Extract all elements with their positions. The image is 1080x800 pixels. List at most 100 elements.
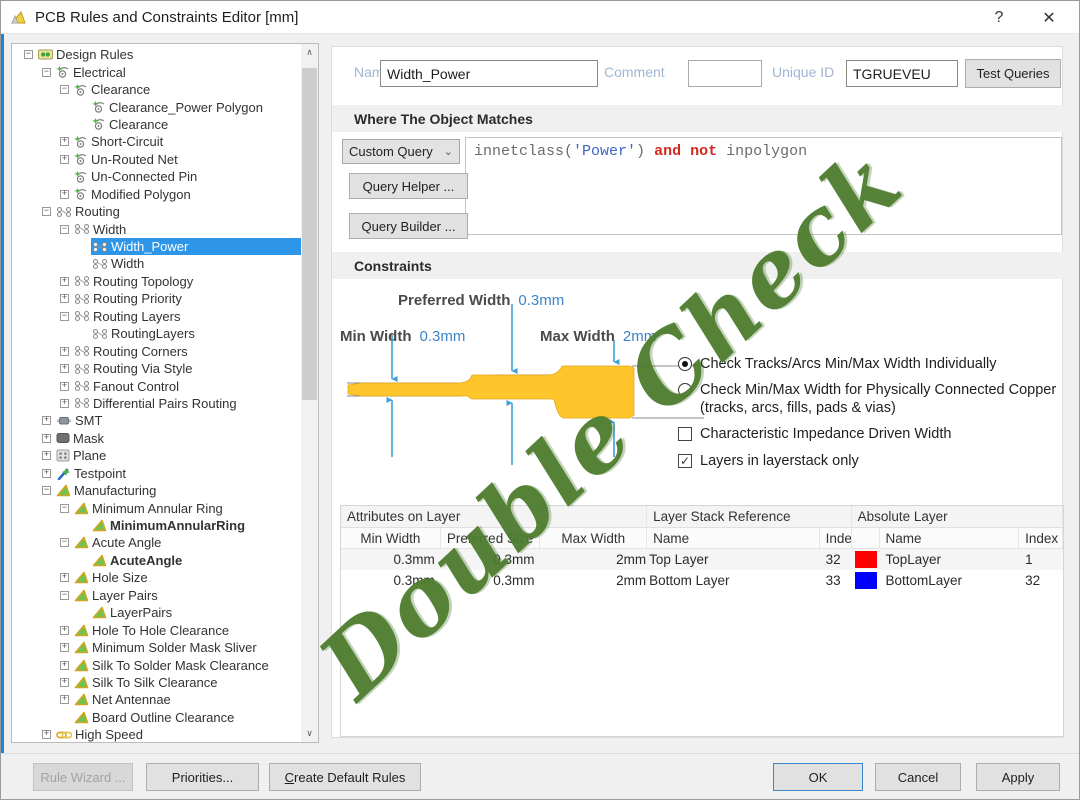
- expand-icon[interactable]: +: [60, 399, 69, 408]
- tree-item-width[interactable]: −Width: [12, 220, 301, 237]
- cancel-button[interactable]: Cancel: [875, 763, 961, 791]
- tree-item-routing-priority[interactable]: +Routing Priority: [12, 290, 301, 307]
- collapse-icon[interactable]: −: [60, 504, 69, 513]
- collapse-icon[interactable]: −: [60, 312, 69, 321]
- collapse-icon[interactable]: −: [42, 68, 51, 77]
- close-icon[interactable]: ✕: [1027, 1, 1071, 34]
- query-text-area[interactable]: innetclass('Power') and not inpolygon: [465, 137, 1062, 235]
- expand-icon[interactable]: +: [42, 434, 51, 443]
- tree-item-routing-corners[interactable]: +Routing Corners: [12, 342, 301, 359]
- scroll-down-icon[interactable]: ∨: [301, 725, 318, 742]
- tree-item-un-routed-net[interactable]: +Un-Routed Net: [12, 151, 301, 168]
- checkbox-unchecked-icon[interactable]: [678, 427, 692, 441]
- collapse-icon[interactable]: −: [24, 50, 33, 59]
- tree-item-width[interactable]: Width: [12, 255, 301, 272]
- priorities-button[interactable]: Priorities...: [146, 763, 259, 791]
- name-input[interactable]: [380, 60, 598, 87]
- tree-item-design-rules[interactable]: −Design Rules: [12, 46, 301, 63]
- expand-icon[interactable]: +: [42, 416, 51, 425]
- tree-item-net-antennae[interactable]: +Net Antennae: [12, 691, 301, 708]
- tree-item-minimum-annular-ring[interactable]: −Minimum Annular Ring: [12, 499, 301, 516]
- expand-icon[interactable]: +: [60, 137, 69, 146]
- radio-unselected-icon[interactable]: [678, 383, 692, 397]
- unique-id-input[interactable]: [846, 60, 958, 87]
- expand-icon[interactable]: +: [60, 626, 69, 635]
- tree-item-width-power[interactable]: Width_Power: [12, 238, 301, 255]
- create-default-rules-button[interactable]: Create Default Rules: [269, 763, 421, 791]
- tree-item-un-connected-pin[interactable]: Un-Connected Pin: [12, 168, 301, 185]
- tree-item-clearance[interactable]: −Clearance: [12, 81, 301, 98]
- scrollbar-thumb[interactable]: [302, 68, 317, 400]
- tree-item-acuteangle[interactable]: AcuteAngle: [12, 552, 301, 569]
- tree-item-short-circuit[interactable]: +Short-Circuit: [12, 133, 301, 150]
- checkbox-option-1[interactable]: Characteristic Impedance Driven Width: [678, 425, 1060, 443]
- checkbox-option-2[interactable]: ✓Layers in layerstack only: [678, 452, 1060, 470]
- radio-selected-icon[interactable]: [678, 357, 692, 371]
- tree-item-electrical[interactable]: −Electrical: [12, 63, 301, 80]
- tree-item-label: Differential Pairs Routing: [93, 396, 237, 411]
- tree-item-hole-to-hole-clearance[interactable]: +Hole To Hole Clearance: [12, 621, 301, 638]
- expand-icon[interactable]: +: [42, 451, 51, 460]
- expand-icon[interactable]: +: [60, 190, 69, 199]
- radio-option-2[interactable]: Check Min/Max Width for Physically Conne…: [678, 381, 1060, 417]
- apply-button[interactable]: Apply: [976, 763, 1060, 791]
- expand-icon[interactable]: +: [60, 661, 69, 670]
- expand-icon[interactable]: +: [60, 695, 69, 704]
- expand-icon[interactable]: +: [42, 469, 51, 478]
- tree-item-silk-to-silk-clearance[interactable]: +Silk To Silk Clearance: [12, 674, 301, 691]
- tree-item-high-speed[interactable]: +High Speed: [12, 726, 301, 743]
- help-icon[interactable]: ?: [977, 1, 1021, 34]
- tree-item-routing-topology[interactable]: +Routing Topology: [12, 273, 301, 290]
- tree-scrollbar[interactable]: ∧ ∨: [301, 44, 318, 742]
- tree-item-routing[interactable]: −Routing: [12, 203, 301, 220]
- ok-button[interactable]: OK: [773, 763, 863, 791]
- query-helper-button[interactable]: Query Helper ...: [349, 173, 468, 199]
- table-row[interactable]: 0.3mm0.3mm2mmBottom Layer33BottomLayer32: [341, 570, 1063, 591]
- expand-icon[interactable]: +: [60, 382, 69, 391]
- expand-icon[interactable]: +: [60, 643, 69, 652]
- collapse-icon[interactable]: −: [60, 225, 69, 234]
- tree-item-modified-polygon[interactable]: +Modified Polygon: [12, 186, 301, 203]
- tree-item-acute-angle[interactable]: −Acute Angle: [12, 534, 301, 551]
- expand-icon[interactable]: +: [60, 364, 69, 373]
- tree-item-clearance-power-polygon[interactable]: Clearance_Power Polygon: [12, 98, 301, 115]
- tree-item-minimumannularring[interactable]: MinimumAnnularRing: [12, 517, 301, 534]
- tree-item-clearance[interactable]: Clearance: [12, 116, 301, 133]
- expand-icon[interactable]: +: [60, 155, 69, 164]
- tree-item-testpoint[interactable]: +Testpoint: [12, 465, 301, 482]
- radio-option-1[interactable]: Check Tracks/Arcs Min/Max Width Individu…: [678, 355, 1060, 373]
- tree-item-routing-layers[interactable]: −Routing Layers: [12, 308, 301, 325]
- collapse-icon[interactable]: −: [42, 486, 51, 495]
- tree-item-fanout-control[interactable]: +Fanout Control: [12, 377, 301, 394]
- scope-select[interactable]: Custom Query ⌄: [342, 139, 460, 164]
- expand-icon[interactable]: +: [42, 730, 51, 739]
- scroll-up-icon[interactable]: ∧: [301, 44, 318, 61]
- tree-item-layerpairs[interactable]: LayerPairs: [12, 604, 301, 621]
- checkbox-checked-icon[interactable]: ✓: [678, 454, 692, 468]
- expand-icon[interactable]: +: [60, 294, 69, 303]
- tree-item-minimum-solder-mask-sliver[interactable]: +Minimum Solder Mask Sliver: [12, 639, 301, 656]
- test-queries-button[interactable]: Test Queries: [965, 59, 1061, 88]
- collapse-icon[interactable]: −: [42, 207, 51, 216]
- tree-item-smt[interactable]: +SMT: [12, 412, 301, 429]
- tree-item-hole-size[interactable]: +Hole Size: [12, 569, 301, 586]
- tree-item-manufacturing[interactable]: −Manufacturing: [12, 482, 301, 499]
- expand-icon[interactable]: +: [60, 347, 69, 356]
- comment-input[interactable]: [688, 60, 762, 87]
- collapse-icon[interactable]: −: [60, 591, 69, 600]
- expand-icon[interactable]: +: [60, 573, 69, 582]
- expand-icon[interactable]: +: [60, 277, 69, 286]
- collapse-icon[interactable]: −: [60, 538, 69, 547]
- tree-item-routinglayers[interactable]: RoutingLayers: [12, 325, 301, 342]
- query-builder-button[interactable]: Query Builder ...: [349, 213, 468, 239]
- tree-item-mask[interactable]: +Mask: [12, 430, 301, 447]
- table-row[interactable]: 0.3mm0.3mm2mmTop Layer32TopLayer1: [341, 549, 1063, 570]
- expand-icon[interactable]: +: [60, 678, 69, 687]
- tree-item-layer-pairs[interactable]: −Layer Pairs: [12, 587, 301, 604]
- collapse-icon[interactable]: −: [60, 85, 69, 94]
- tree-item-board-outline-clearance[interactable]: Board Outline Clearance: [12, 709, 301, 726]
- tree-item-plane[interactable]: +Plane: [12, 447, 301, 464]
- tree-item-silk-to-solder-mask-clearance[interactable]: +Silk To Solder Mask Clearance: [12, 656, 301, 673]
- tree-item-differential-pairs-routing[interactable]: + Differential Pairs Routing: [12, 395, 301, 412]
- tree-item-routing-via-style[interactable]: +Routing Via Style: [12, 360, 301, 377]
